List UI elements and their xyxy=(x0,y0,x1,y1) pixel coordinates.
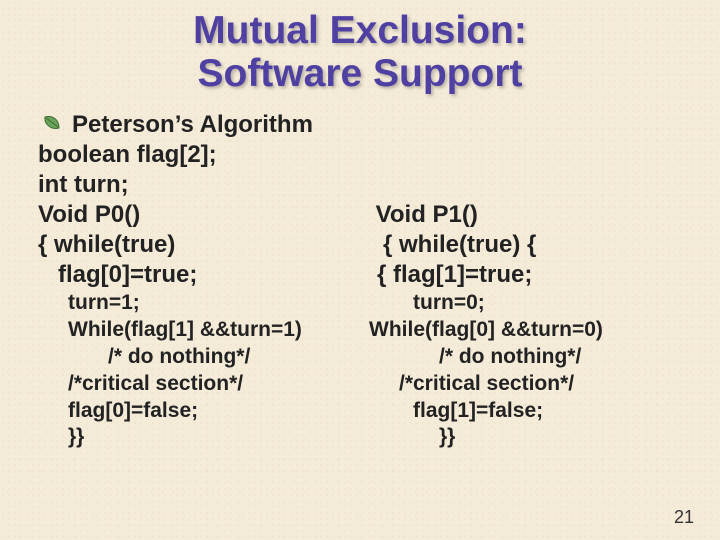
p0-sig: Void P0() xyxy=(38,200,361,230)
p0-turn: turn=1; xyxy=(38,290,361,317)
p0-critical: /*critical section*/ xyxy=(38,371,361,398)
slide-body: Peterson’s Algorithm boolean flag[2]; in… xyxy=(0,110,720,451)
p1-turn: turn=0; xyxy=(369,290,692,317)
p0-end: }} xyxy=(38,424,361,451)
decl-flag: boolean flag[2]; xyxy=(28,140,692,170)
p1-end: }} xyxy=(369,424,692,451)
title-line-2: Software Support xyxy=(197,52,522,95)
bullet-text: Peterson’s Algorithm xyxy=(72,111,313,138)
p1-spin: While(flag[0] &&turn=0) xyxy=(369,317,692,344)
p0-flag-clear: flag[0]=false; xyxy=(38,398,361,425)
p1-donothing: /* do nothing*/ xyxy=(369,344,692,371)
p0-donothing: /* do nothing*/ xyxy=(38,344,361,371)
page-number: 21 xyxy=(674,507,694,528)
title-line-1: Mutual Exclusion: xyxy=(193,9,527,52)
decl-turn: int turn; xyxy=(28,170,692,200)
p1-column: Void P1() { while(true) { { flag[1]=true… xyxy=(361,200,692,451)
p0-while: { while(true) xyxy=(38,230,361,260)
bullet-item: Peterson’s Algorithm xyxy=(28,110,692,140)
p1-while: { while(true) { xyxy=(369,230,692,260)
leaf-bullet-icon xyxy=(42,114,62,134)
p1-flag-set: { flag[1]=true; xyxy=(369,260,692,290)
p1-critical: /*critical section*/ xyxy=(369,371,692,398)
p0-spin: While(flag[1] &&turn=1) xyxy=(38,317,361,344)
p0-flag-set: flag[0]=true; xyxy=(38,260,361,290)
p0-column: Void P0() { while(true) flag[0]=true; tu… xyxy=(28,200,361,451)
p1-flag-clear: flag[1]=false; xyxy=(369,398,692,425)
p1-sig: Void P1() xyxy=(369,200,692,230)
code-columns: Void P0() { while(true) flag[0]=true; tu… xyxy=(28,200,692,451)
slide-title: Mutual Exclusion: Software Support xyxy=(0,0,720,96)
